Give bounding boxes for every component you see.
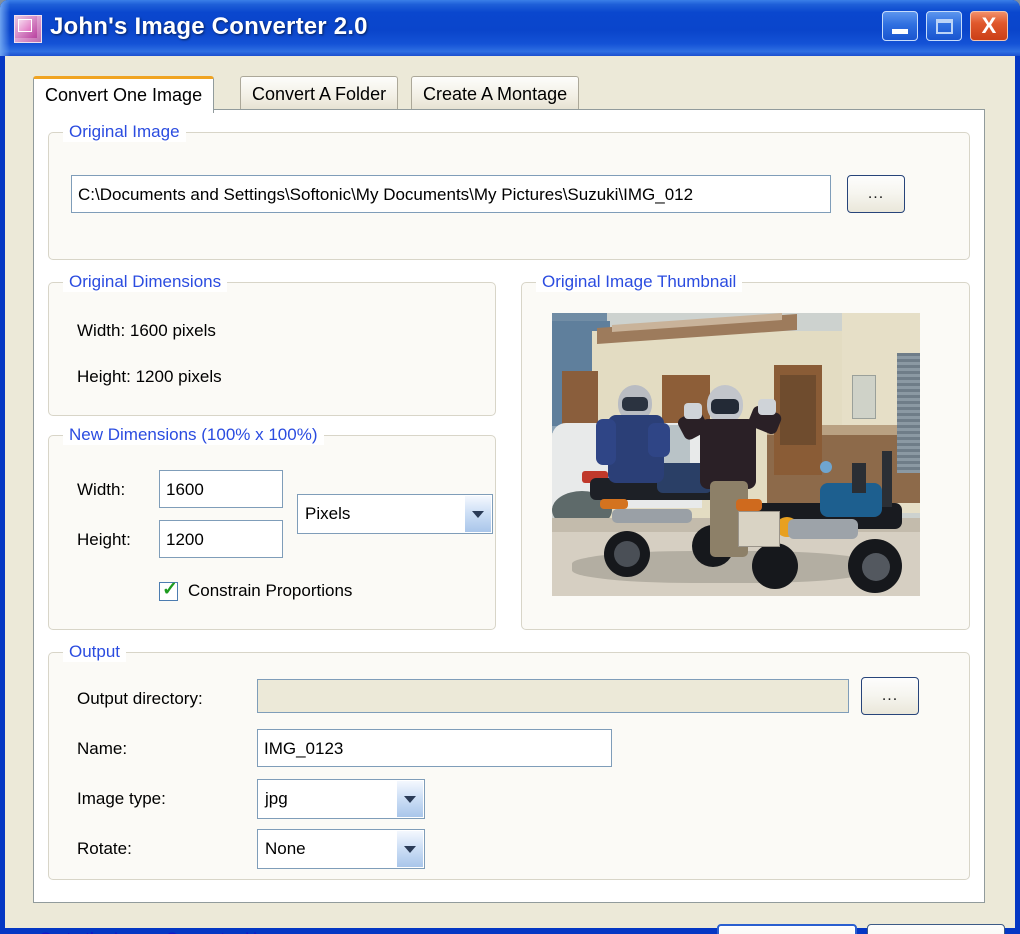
- output-directory-input[interactable]: [257, 679, 849, 713]
- tab-convert-one-image[interactable]: Convert One Image: [33, 76, 215, 113]
- chevron-down-icon[interactable]: [396, 781, 423, 817]
- output-name-label: Name:: [77, 739, 128, 758]
- title-bar: John's Image Converter 2.0 X: [0, 0, 1020, 56]
- original-image-path-input[interactable]: C:\Documents and Settings\Softonic\My Do…: [71, 175, 831, 213]
- image-stack-icon: [14, 15, 42, 43]
- constrain-proportions-checkbox[interactable]: ✓: [159, 578, 178, 601]
- image-type-dropdown[interactable]: jpg: [257, 779, 425, 819]
- rotate-value: None: [265, 839, 306, 858]
- thumbnail-group: Original Image Thumbnail: [521, 272, 970, 630]
- client-area: Convert One Image Convert A Folder Creat…: [5, 56, 1015, 934]
- exit-button[interactable]: Exit: [867, 924, 1005, 934]
- chevron-down-icon[interactable]: [464, 496, 491, 532]
- group-title: Original Dimensions: [63, 272, 228, 292]
- close-icon: X: [981, 13, 997, 38]
- new-width-label: Width:: [77, 480, 126, 499]
- output-directory-label: Output directory:: [77, 689, 203, 708]
- maximize-button[interactable]: [926, 11, 962, 41]
- homepage-link[interactable]: Go to the Image Converter Homepage: [39, 929, 328, 934]
- new-height-label: Height:: [77, 530, 131, 549]
- tab-label: Convert A Folder: [252, 84, 387, 104]
- original-image-browse-button[interactable]: ...: [847, 175, 905, 213]
- titlebar-glow: [0, 0, 10, 56]
- application-window: John's Image Converter 2.0 X Convert One…: [0, 0, 1020, 934]
- chevron-down-icon[interactable]: [396, 831, 423, 867]
- new-height-input[interactable]: 1200: [159, 520, 283, 558]
- tab-convert-a-folder[interactable]: Convert A Folder: [240, 76, 399, 110]
- original-height-text: Height: 1200 pixels: [77, 367, 222, 386]
- original-width-text: Width: 1600 pixels: [77, 321, 216, 340]
- units-value: Pixels: [305, 504, 351, 523]
- output-directory-browse-button[interactable]: ...: [861, 677, 919, 715]
- group-title: Original Image Thumbnail: [536, 272, 743, 292]
- output-group: Output Output directory: ... Name: IMG_0…: [48, 642, 970, 880]
- original-dimensions-group: Original Dimensions Width: 1600 pixels H…: [48, 272, 496, 416]
- group-title: Output: [63, 642, 127, 662]
- original-image-group: Original Image C:\Documents and Settings…: [48, 122, 970, 260]
- rotate-dropdown[interactable]: None: [257, 829, 425, 869]
- original-image-thumbnail: [552, 313, 920, 596]
- tab-page-convert-one-image: Original Image C:\Documents and Settings…: [33, 109, 985, 903]
- constrain-proportions-label: Constrain Proportions: [188, 581, 353, 600]
- convert-button[interactable]: Convert: [717, 924, 857, 934]
- close-button[interactable]: X: [970, 11, 1008, 41]
- tab-label: Create A Montage: [423, 84, 568, 104]
- minimize-button[interactable]: [882, 11, 918, 41]
- constrain-proportions-row[interactable]: ✓ Constrain Proportions: [159, 578, 353, 601]
- image-type-value: jpg: [265, 789, 288, 808]
- output-name-input[interactable]: IMG_0123: [257, 729, 612, 767]
- check-icon: ✓: [162, 578, 178, 600]
- group-title: New Dimensions (100% x 100%): [63, 425, 324, 445]
- tab-strip: Convert One Image Convert A Folder Creat…: [33, 76, 973, 113]
- output-image-type-label: Image type:: [77, 789, 166, 808]
- window-title: John's Image Converter 2.0: [50, 13, 368, 40]
- group-title: Original Image: [63, 122, 186, 142]
- new-dimensions-group: New Dimensions (100% x 100%) Width: 1600…: [48, 425, 496, 630]
- new-width-input[interactable]: 1600: [159, 470, 283, 508]
- tab-label: Convert One Image: [45, 85, 203, 105]
- tab-create-a-montage[interactable]: Create A Montage: [411, 76, 580, 110]
- output-rotate-label: Rotate:: [77, 839, 132, 858]
- units-dropdown[interactable]: Pixels: [297, 494, 493, 534]
